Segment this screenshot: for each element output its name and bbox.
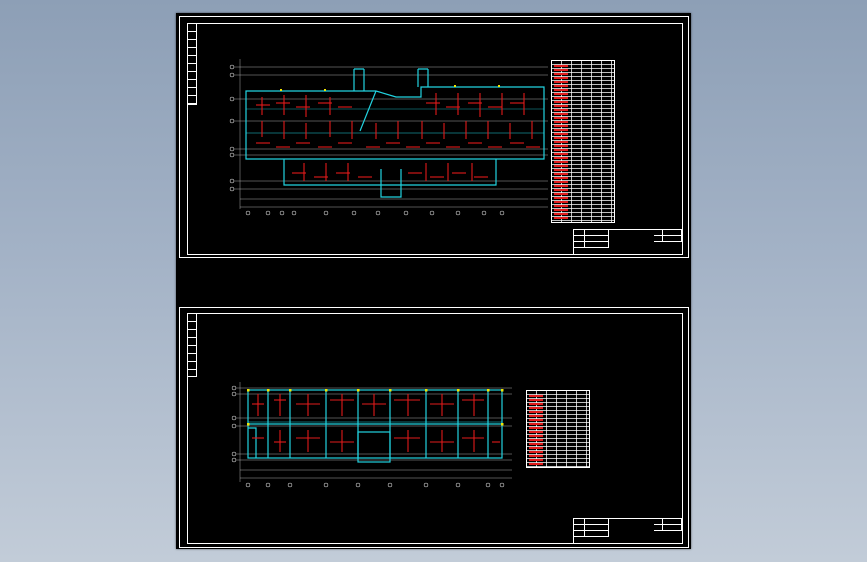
drawing-sheet-1[interactable] <box>179 16 689 258</box>
tb-cell <box>584 531 609 537</box>
drawing-canvas[interactable] <box>176 13 691 549</box>
axis-markers-bottom <box>245 210 505 216</box>
title-block-1[interactable] <box>573 229 682 254</box>
rebar-id-column <box>554 65 568 220</box>
floor-plan-1[interactable] <box>226 59 556 219</box>
tb-cell <box>662 525 682 531</box>
columns <box>247 389 504 426</box>
drawing-sheet-2[interactable] <box>179 307 689 548</box>
drawing-name <box>614 525 654 537</box>
rebar-id-column <box>529 395 543 465</box>
floor-plan-2[interactable] <box>230 382 520 492</box>
revision-strip <box>188 314 197 377</box>
columns <box>280 85 500 91</box>
rebar-schedule-table-2[interactable] <box>526 390 590 468</box>
tb-cell <box>584 242 609 248</box>
rebar-marks <box>256 93 540 181</box>
axis-markers-left <box>229 64 235 192</box>
drawing-name <box>614 236 654 248</box>
revision-strip <box>188 24 197 105</box>
axis-markers-bottom <box>245 482 505 488</box>
sheet-frame <box>187 23 683 255</box>
axis-markers-left <box>231 385 237 463</box>
sheet-frame <box>187 313 683 544</box>
walls <box>245 68 545 198</box>
tb-cell <box>662 236 682 242</box>
title-block-2[interactable] <box>573 518 682 543</box>
rebar-schedule-table-1[interactable] <box>551 60 615 223</box>
rebar-marks <box>252 394 500 452</box>
grid-lines <box>234 59 548 209</box>
